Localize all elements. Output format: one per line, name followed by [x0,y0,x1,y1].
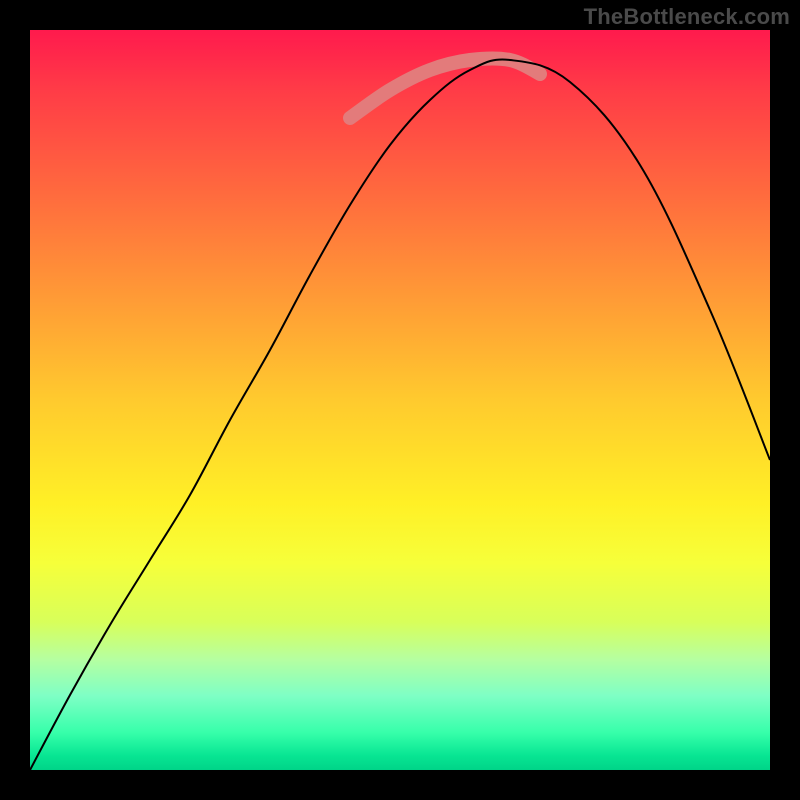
watermark-text: TheBottleneck.com [584,4,790,30]
plot-area [30,30,770,770]
curve-svg [30,30,770,770]
optimal-zone-highlight [350,58,540,118]
bottleneck-curve [30,59,770,770]
chart-frame: TheBottleneck.com [0,0,800,800]
